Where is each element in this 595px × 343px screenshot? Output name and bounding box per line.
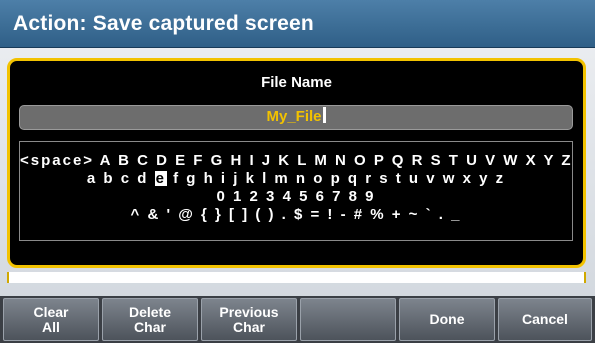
keyboard-row-symbols[interactable]: ^ & ' @ { } [ ] ( ) . $ = ! - # % + ~ ` …: [20, 206, 572, 224]
character-keyboard[interactable]: <space> A B C D E F G H I J K L M N O P …: [19, 141, 573, 241]
keyboard-lowercase-after[interactable]: f g h i j k l m n o p q r s t u v w x y …: [167, 170, 505, 187]
cancel-button[interactable]: Cancel: [498, 298, 592, 341]
text-cursor: [322, 107, 326, 123]
keyboard-row-uppercase[interactable]: <space> A B C D E F G H I J K L M N O P …: [20, 152, 572, 170]
keyboard-lowercase-before[interactable]: a b c d: [87, 170, 155, 187]
file-name-value: My_File: [266, 108, 322, 125]
done-button[interactable]: Done: [399, 298, 495, 341]
file-name-dialog: File Name My_File <space> A B C D E F G …: [7, 58, 586, 268]
file-name-label: File Name: [261, 74, 332, 91]
previous-char-button[interactable]: Previous Char: [201, 298, 297, 341]
page-title: Action: Save captured screen: [13, 12, 314, 35]
delete-char-button[interactable]: Delete Char: [102, 298, 198, 341]
file-name-input[interactable]: My_File: [19, 105, 573, 130]
keyboard-row-lowercase[interactable]: a b c d e f g h i j k l m n o p q r s t …: [20, 170, 572, 188]
clear-all-button[interactable]: Clear All: [3, 298, 99, 341]
keyboard-row-digits[interactable]: 0 1 2 3 4 5 6 7 8 9: [20, 188, 572, 206]
softkey-bar: Clear All Delete Char Previous Char Done…: [0, 296, 595, 343]
keyboard-selected-char[interactable]: e: [154, 171, 167, 186]
title-bar: Action: Save captured screen: [0, 0, 595, 48]
status-strip: [7, 272, 586, 283]
instrument-screen: Action: Save captured screen File Name M…: [0, 0, 595, 343]
blank-softkey[interactable]: [300, 298, 396, 341]
